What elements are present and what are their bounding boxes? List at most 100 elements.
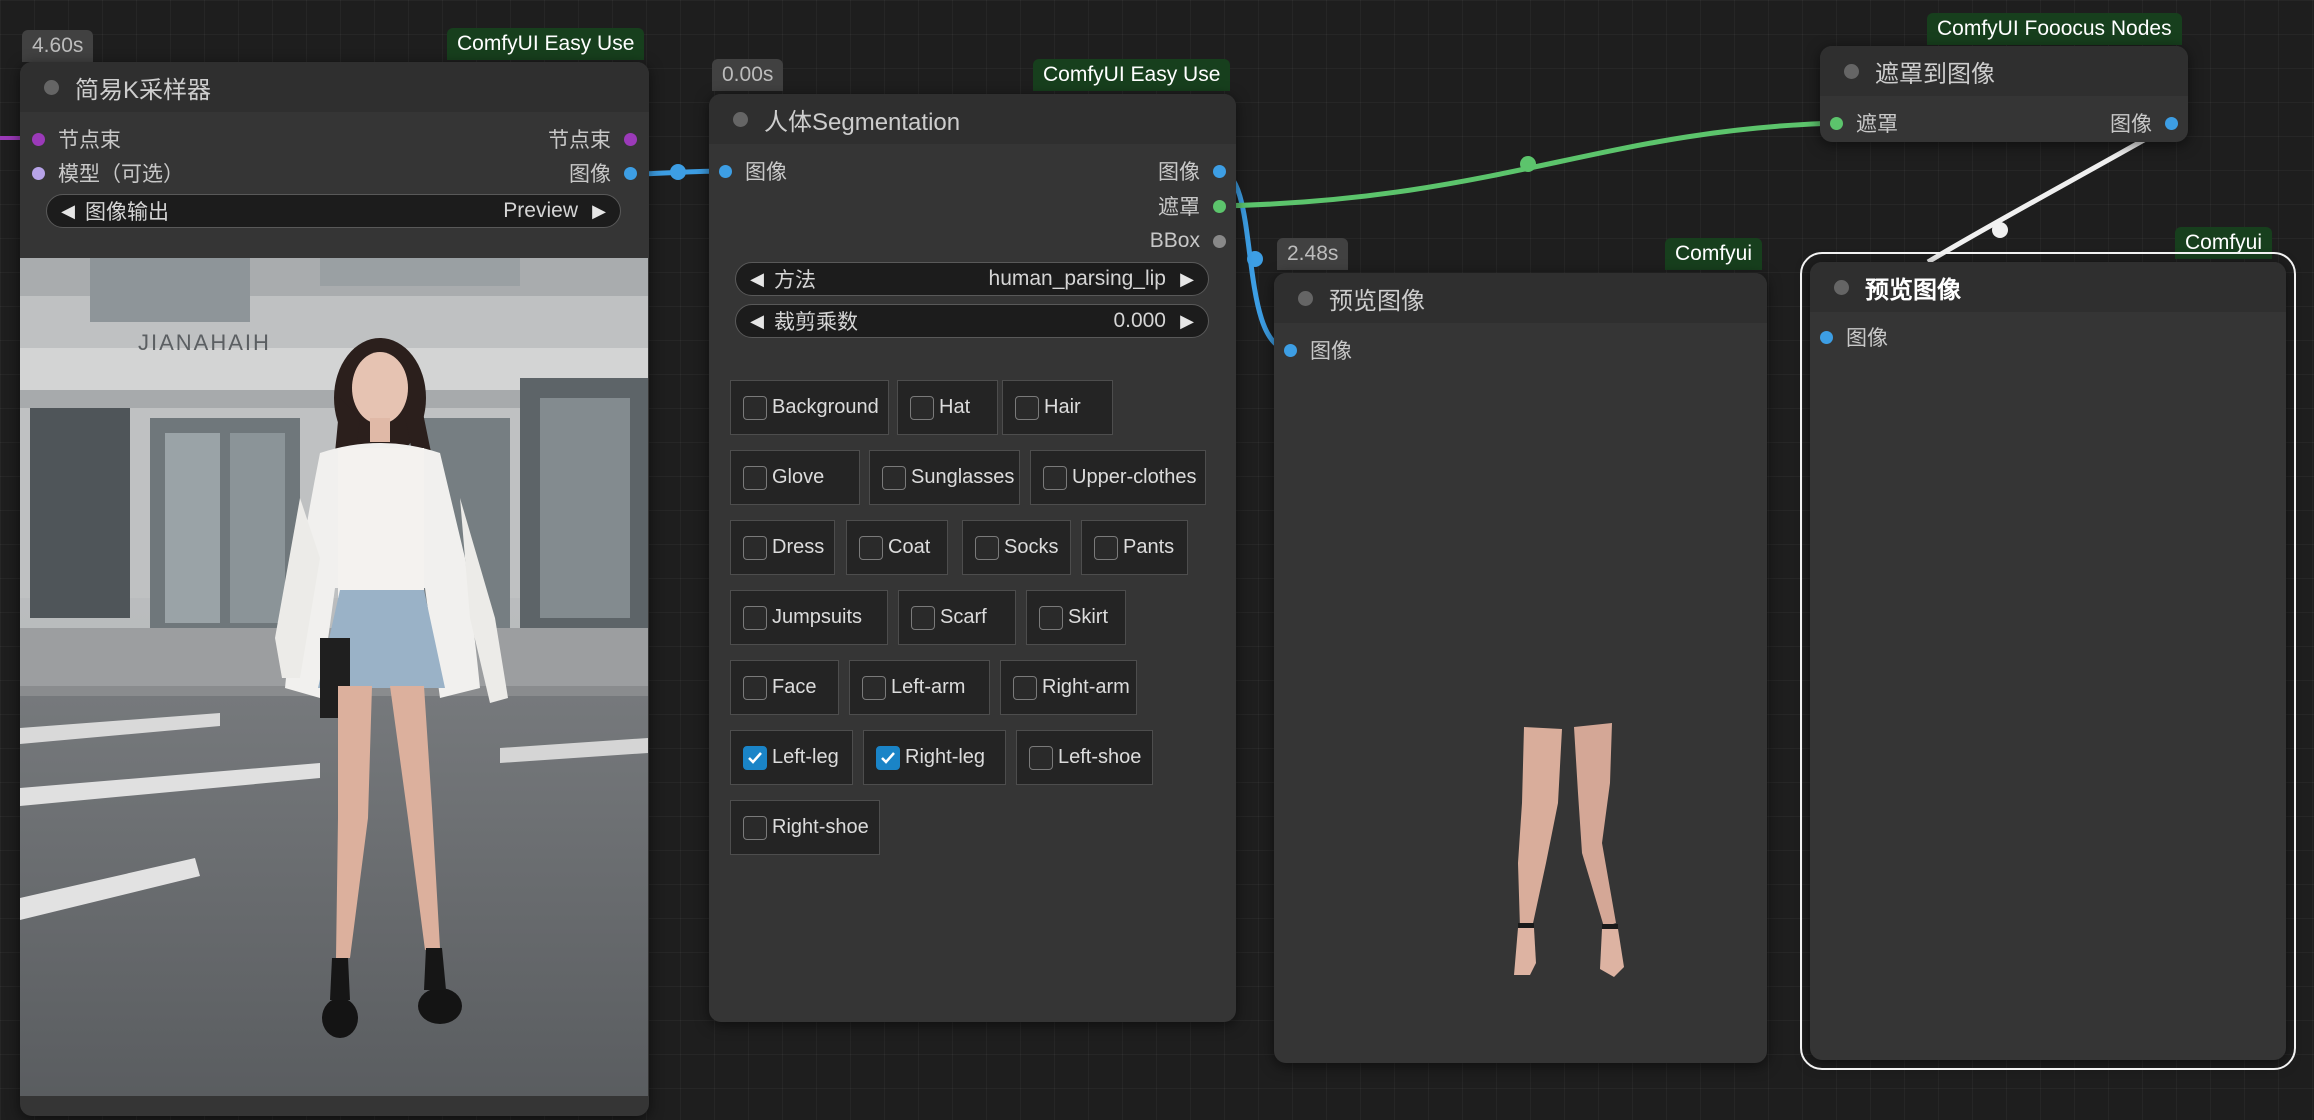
checkbox-label: Left-arm [891, 676, 966, 698]
output-slot-image[interactable]: 图像 [2110, 108, 2178, 138]
checkbox-unchecked-icon[interactable] [1043, 465, 1067, 490]
collapse-toggle-icon[interactable] [1834, 279, 1849, 295]
wire-midpoint[interactable] [670, 164, 686, 180]
slot-label: 模型（可选） [58, 163, 184, 186]
output-slot-pipe[interactable]: 节点束 [548, 124, 637, 154]
widget-value: Preview [503, 199, 578, 222]
checkbox-label: Dress [772, 536, 825, 558]
human-segmentation-node[interactable]: 人体Segmentation 图像 图像 遮罩 BBox ◀ 方法 human_… [709, 94, 1236, 1022]
checkbox-unchecked-icon[interactable] [743, 465, 767, 490]
input-slot-image[interactable]: 图像 [1820, 322, 1888, 352]
body-part-checkbox[interactable]: Right-shoe [730, 800, 880, 855]
body-part-checkbox[interactable]: Coat [846, 520, 948, 575]
checkbox-label: Right-arm [1042, 676, 1130, 698]
segmented-legs-preview [1474, 723, 1654, 993]
body-part-checkbox[interactable]: Socks [962, 520, 1071, 575]
checkbox-checked-icon[interactable] [876, 745, 900, 770]
checkbox-unchecked-icon[interactable] [882, 465, 906, 490]
wire-mask-to-image-output-to-preview[interactable] [1926, 121, 2174, 265]
street-photo: JIANAHAIH [20, 258, 648, 1096]
output-slot-image[interactable]: 图像 [569, 158, 637, 188]
node-title-bar[interactable]: 简易K采样器 [20, 62, 649, 112]
body-part-checkbox[interactable]: Left-shoe [1016, 730, 1153, 785]
body-part-checkbox[interactable]: Pants [1081, 520, 1188, 575]
arrow-right-icon[interactable]: ▶ [590, 201, 608, 222]
body-part-checkbox[interactable]: Face [730, 660, 839, 715]
pipe-slot-dot-icon [32, 132, 45, 146]
checkbox-unchecked-icon[interactable] [862, 675, 886, 700]
body-part-checkbox[interactable]: Background [730, 380, 889, 435]
checkbox-checked-icon[interactable] [743, 745, 767, 770]
preview-image-node[interactable]: 预览图像 图像 [1274, 273, 1767, 1063]
node-title: 预览图像 [1865, 276, 1961, 304]
wire-midpoint[interactable] [1520, 156, 1536, 172]
checkbox-unchecked-icon[interactable] [859, 535, 883, 560]
input-slot-pipe[interactable]: 节点束 [32, 124, 121, 154]
checkbox-unchecked-icon[interactable] [743, 605, 767, 630]
checkbox-unchecked-icon[interactable] [975, 535, 999, 560]
body-part-checkbox[interactable]: Hair [1002, 380, 1113, 435]
slot-label: 图像 [569, 163, 611, 186]
input-slot-mask[interactable]: 遮罩 [1830, 108, 1898, 138]
execution-time-badge: 2.48s [1277, 238, 1349, 270]
checkbox-label: Right-shoe [772, 816, 869, 838]
slot-label: 图像 [1846, 327, 1888, 350]
widget-label: 图像输出 [85, 201, 169, 224]
legs-image [1514, 723, 1624, 977]
checkbox-unchecked-icon[interactable] [911, 605, 935, 630]
svg-text:JIANAHAIH: JIANAHAIH [138, 330, 271, 355]
wire-midpoint[interactable] [1247, 251, 1263, 267]
checkbox-unchecked-icon[interactable] [743, 815, 767, 840]
checkbox-unchecked-icon[interactable] [1013, 675, 1037, 700]
node-source-badge: ComfyUI Easy Use [447, 28, 645, 60]
image-output-combo[interactable]: ◀ 图像输出 Preview ▶ [46, 194, 621, 228]
input-slot-image[interactable]: 图像 [1284, 335, 1352, 365]
checkbox-unchecked-icon[interactable] [743, 395, 767, 420]
preview-image-node-selected[interactable]: 预览图像 图像 [1800, 252, 2296, 1070]
checkbox-unchecked-icon[interactable] [1029, 745, 1053, 770]
checkbox-unchecked-icon[interactable] [743, 675, 767, 700]
body-part-checkbox[interactable]: Right-leg [863, 730, 1006, 785]
ksampler-node[interactable]: 简易K采样器 节点束 模型（可选） 节点束 图像 ◀ 图像输出 Preview … [20, 62, 649, 1116]
collapse-toggle-icon[interactable] [1844, 63, 1859, 79]
checkbox-label: Jumpsuits [772, 606, 863, 628]
body-part-checkbox[interactable]: Right-arm [1000, 660, 1137, 715]
image-slot-dot-icon [2165, 116, 2178, 130]
node-source-badge: Comfyui [1665, 238, 1763, 270]
body-part-checkbox[interactable]: Hat [897, 380, 998, 435]
checkbox-unchecked-icon[interactable] [1039, 605, 1063, 630]
slot-label: 遮罩 [1856, 113, 1898, 136]
checkbox-label: Upper-clothes [1072, 466, 1197, 488]
node-title-bar[interactable]: 预览图像 [1810, 262, 2286, 312]
checkbox-label: Hair [1044, 396, 1081, 418]
checkbox-label: Pants [1123, 536, 1175, 558]
image-slot-dot-icon [624, 166, 637, 180]
body-part-checkbox[interactable]: Jumpsuits [730, 590, 888, 645]
input-slot-model[interactable]: 模型（可选） [32, 158, 184, 188]
mask-to-image-node[interactable]: 遮罩到图像 遮罩 图像 [1820, 46, 2188, 142]
body-part-checkbox[interactable]: Scarf [898, 590, 1016, 645]
checkbox-unchecked-icon[interactable] [1015, 395, 1039, 420]
node-title: 遮罩到图像 [1875, 60, 1995, 88]
body-part-checkbox[interactable]: Glove [730, 450, 860, 505]
wire-midpoint[interactable] [1992, 222, 2008, 238]
body-part-checkbox[interactable]: Left-leg [730, 730, 853, 785]
checkbox-unchecked-icon[interactable] [1094, 535, 1118, 560]
node-title-bar[interactable]: 遮罩到图像 [1820, 46, 2188, 96]
checkbox-unchecked-icon[interactable] [743, 535, 767, 560]
arrow-left-icon[interactable]: ◀ [59, 201, 77, 222]
node-title-bar[interactable]: 预览图像 [1274, 273, 1767, 323]
collapse-toggle-icon[interactable] [44, 79, 59, 95]
checkbox-label: Skirt [1068, 606, 1108, 628]
collapse-toggle-icon[interactable] [1298, 290, 1313, 306]
checkbox-label: Right-leg [905, 746, 986, 768]
body-part-checkbox[interactable]: Dress [730, 520, 835, 575]
body-part-checkbox[interactable]: Left-arm [849, 660, 990, 715]
checkbox-label: Coat [888, 536, 931, 558]
body-part-checkbox[interactable]: Sunglasses [869, 450, 1020, 505]
body-part-checkbox[interactable]: Upper-clothes [1030, 450, 1206, 505]
body-part-checkbox[interactable]: Skirt [1026, 590, 1126, 645]
image-slot-dot-icon [1820, 330, 1833, 344]
slot-label: 图像 [2110, 113, 2152, 136]
checkbox-unchecked-icon[interactable] [910, 395, 934, 420]
